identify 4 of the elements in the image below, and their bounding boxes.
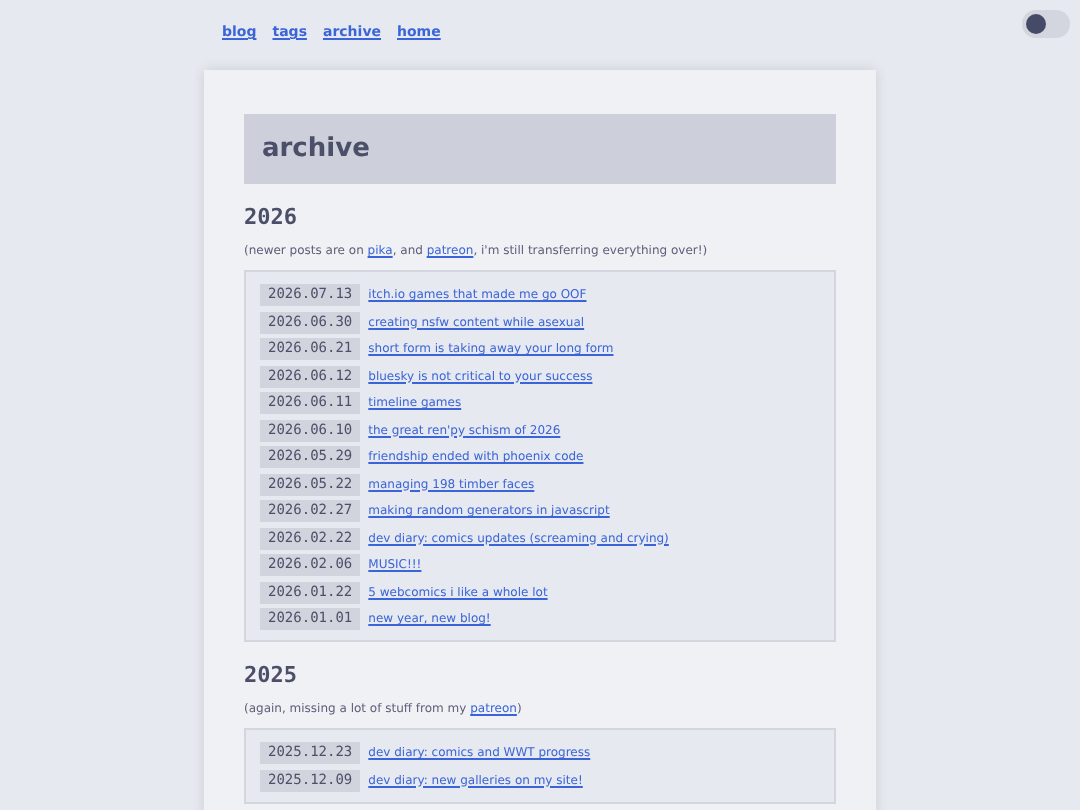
year-heading: 2026 [244,204,299,230]
page-title: archive [244,114,836,184]
theme-toggle[interactable] [1022,10,1070,38]
year-heading: 2025 [244,662,299,688]
